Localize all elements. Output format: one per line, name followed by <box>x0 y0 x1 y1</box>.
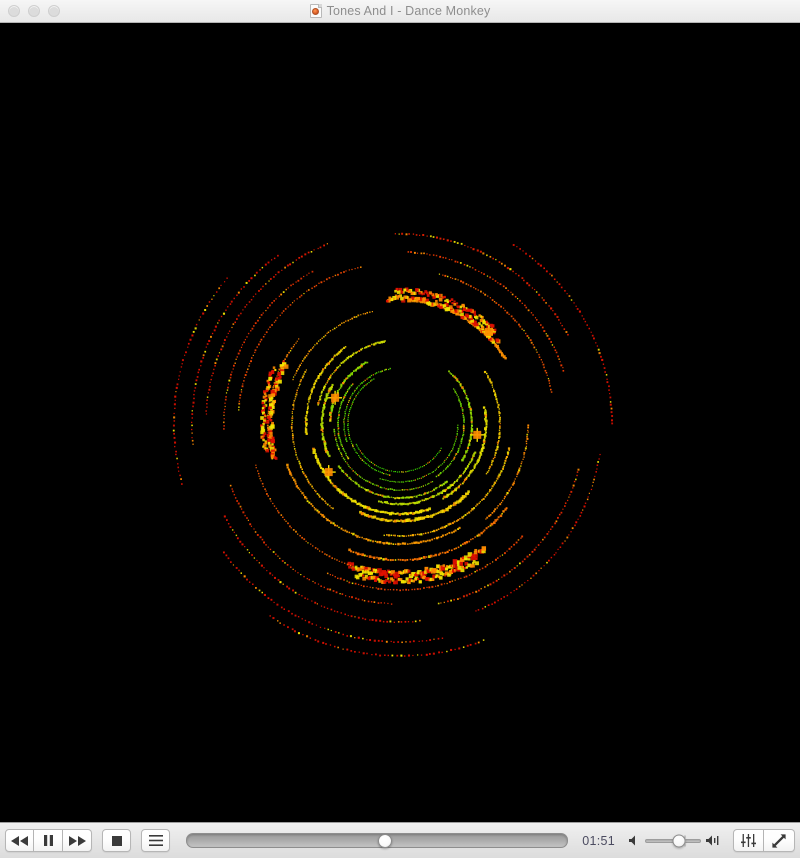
speaker-low-icon[interactable] <box>629 835 640 846</box>
volume-slider[interactable] <box>645 834 701 847</box>
stop-button[interactable] <box>102 829 131 852</box>
stop-icon <box>111 835 122 846</box>
hamburger-icon <box>148 835 163 846</box>
title-container: Tones And I - Dance Monkey <box>0 4 800 18</box>
control-bar: 01:51 <box>0 822 800 858</box>
fullscreen-button[interactable] <box>764 829 795 852</box>
titlebar[interactable]: Tones And I - Dance Monkey <box>0 0 800 23</box>
video-area[interactable] <box>0 23 800 822</box>
visualizer-canvas <box>172 232 614 657</box>
equalizer-icon <box>741 834 756 847</box>
zoom-button[interactable] <box>48 5 60 17</box>
transport-button-group <box>5 829 92 852</box>
fast-forward-button[interactable] <box>63 829 92 852</box>
volume-tick-mark <box>684 835 686 846</box>
expand-arrows-icon <box>772 833 786 848</box>
media-player-window: Tones And I - Dance Monkey 01:51 <box>0 0 800 858</box>
progress-knob[interactable] <box>377 833 392 848</box>
playlist-button[interactable] <box>141 829 170 852</box>
document-media-icon <box>309 4 322 18</box>
close-button[interactable] <box>8 5 20 17</box>
rewind-icon <box>11 835 28 846</box>
equalizer-button[interactable] <box>733 829 764 852</box>
pause-icon <box>43 835 53 846</box>
spectrum-visualizer <box>0 23 800 822</box>
window-buttons <box>0 5 60 17</box>
minimize-button[interactable] <box>28 5 40 17</box>
rewind-button[interactable] <box>5 829 34 852</box>
progress-slider[interactable] <box>186 833 569 848</box>
fast-forward-icon <box>68 835 86 846</box>
speaker-high-icon[interactable] <box>706 835 721 846</box>
play-pause-button[interactable] <box>34 829 63 852</box>
time-display: 01:51 <box>582 833 615 848</box>
right-button-group <box>733 829 795 852</box>
window-title: Tones And I - Dance Monkey <box>326 4 491 18</box>
volume-container <box>625 834 727 847</box>
progress-container <box>186 833 569 848</box>
